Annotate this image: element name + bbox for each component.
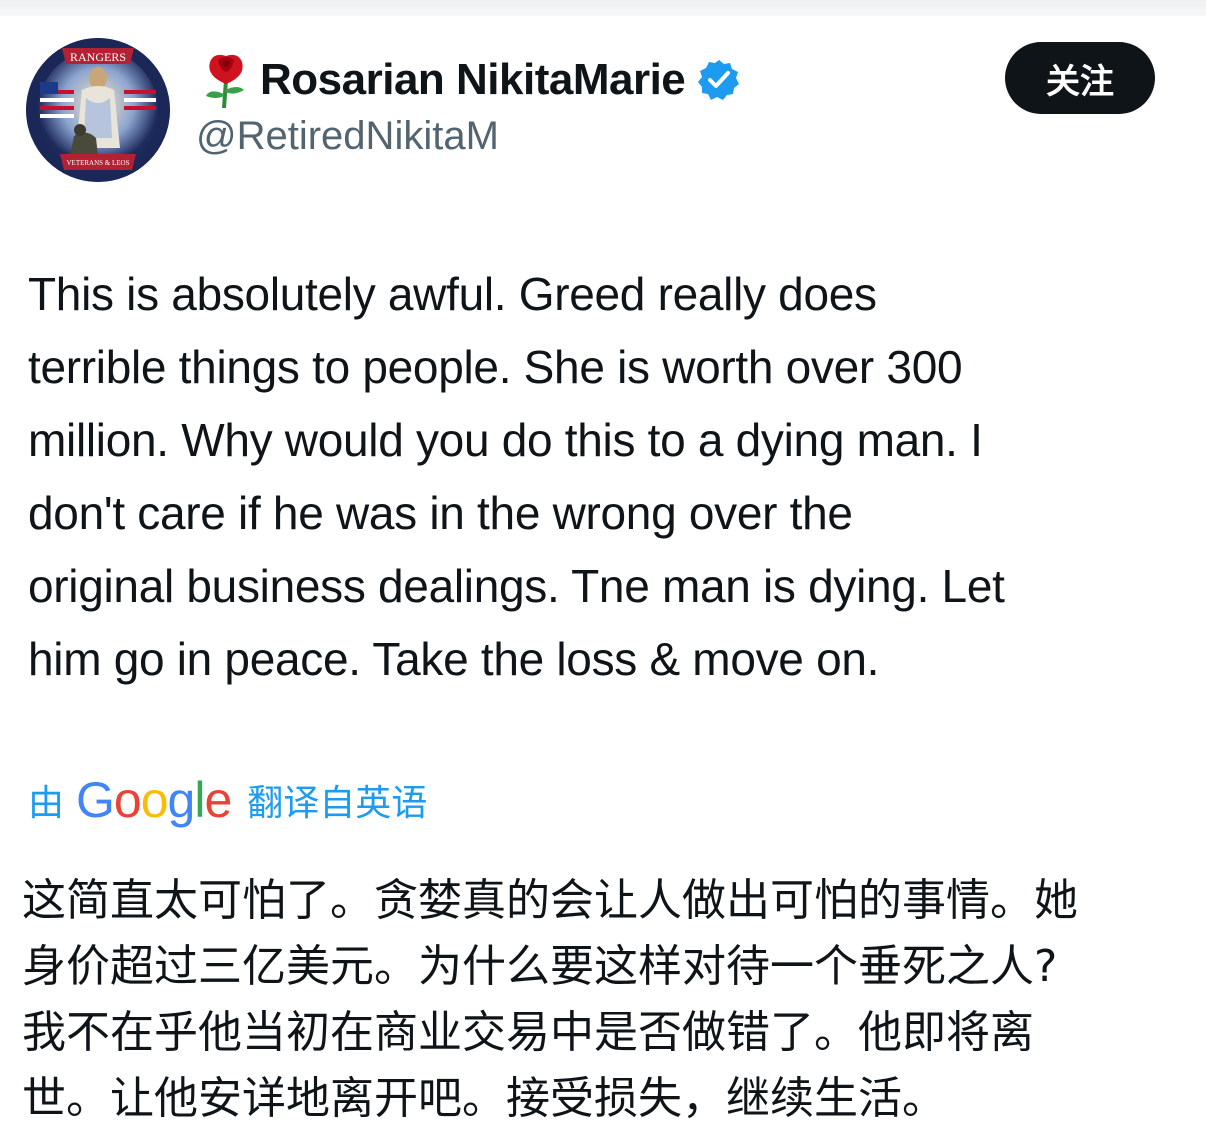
translated-from-label[interactable]: 翻译自英语 [247,774,427,826]
author-handle[interactable]: @RetiredNikitaM [196,114,499,159]
translated-tweet-text: 这简直太可怕了。贪婪真的会让人做出可怕的事情。她 身价超过三亿美元。为什么要这样… [22,875,1078,1124]
top-edge-strip [0,0,1206,16]
avatar-image: RANGERS VETERANS & LEOS [26,38,170,182]
tweet-text: This is absolutely awful. Greed really d… [28,268,1005,685]
avatar-banner-top: RANGERS [70,50,126,64]
avatar[interactable]: RANGERS VETERANS & LEOS [26,38,170,182]
follow-button[interactable]: 关注 [1005,42,1155,114]
translated-by-label: 由 [28,783,65,824]
google-logo: Google [76,772,232,828]
author-display-name[interactable]: Rosarian NikitaMarie [260,55,686,105]
verified-badge-icon [698,60,740,100]
translation-attribution: 由 Google 翻译自英语 [28,770,427,830]
avatar-banner-bottom: VETERANS & LEOS [67,159,130,167]
rose-icon [206,54,244,109]
author-name-row: Rosarian NikitaMarie [196,50,741,110]
